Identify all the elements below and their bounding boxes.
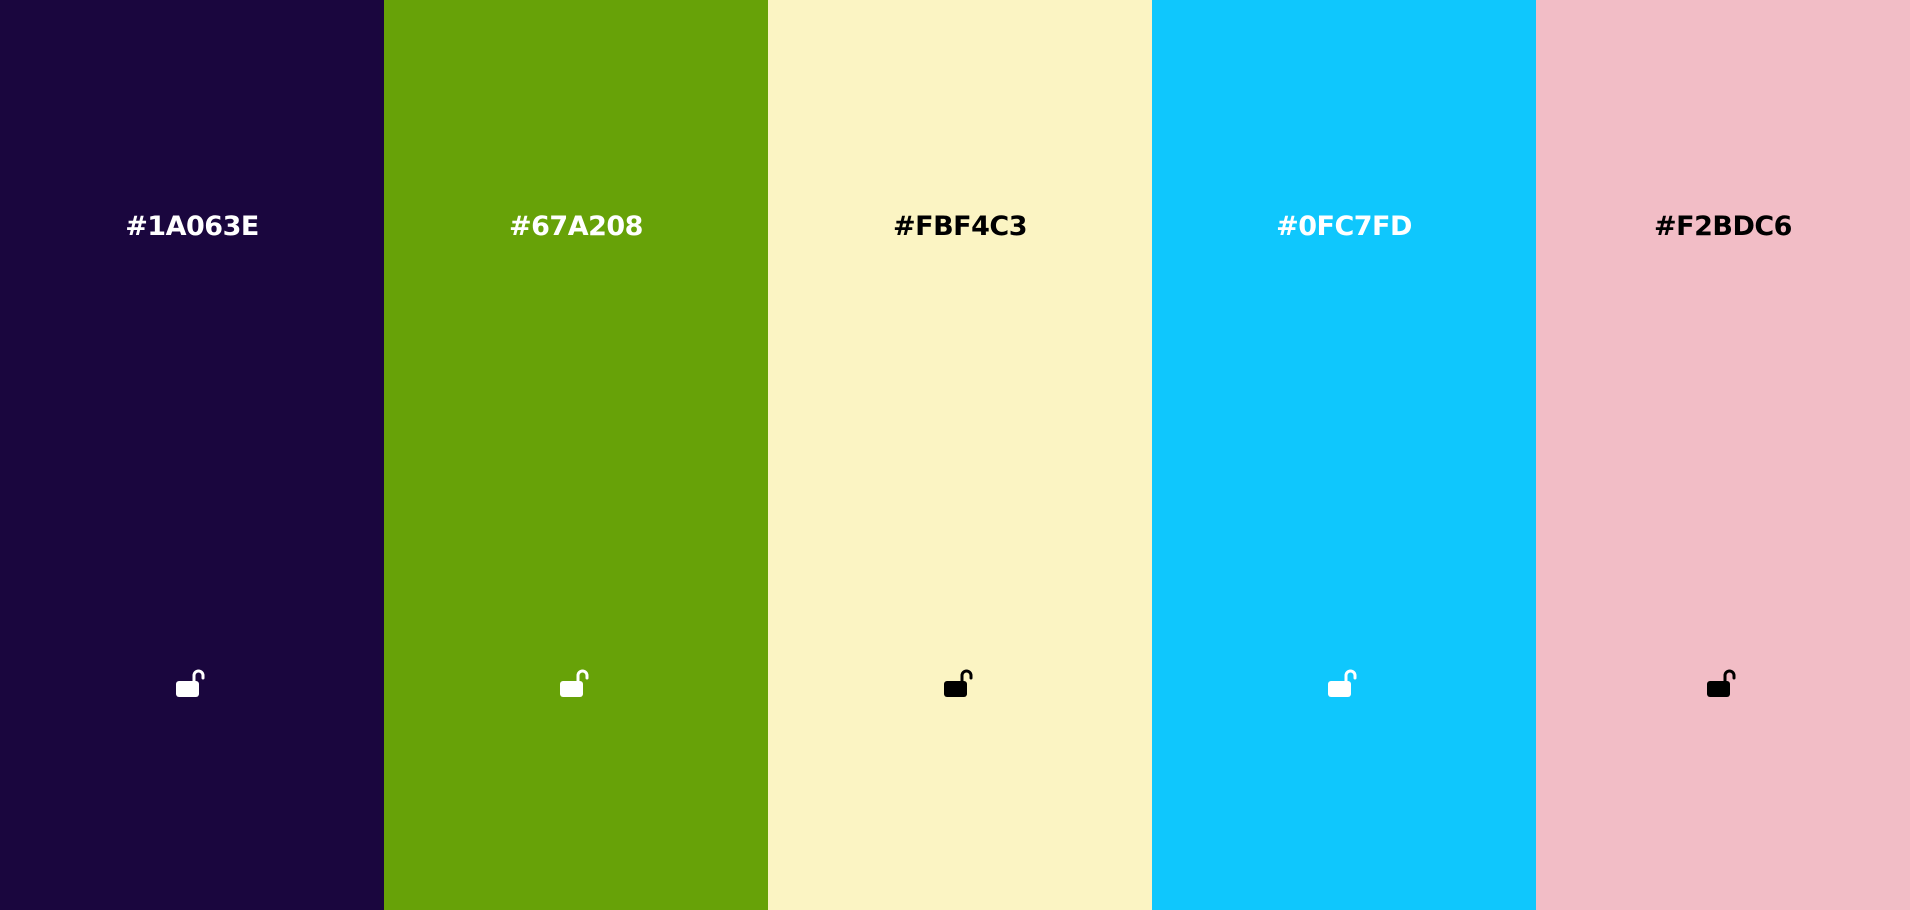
color-swatch-1[interactable]: #1A063E bbox=[0, 0, 384, 910]
color-swatch-3[interactable]: #FBF4C3 bbox=[768, 0, 1152, 910]
lock-toggle-button[interactable] bbox=[1701, 664, 1741, 704]
lock-toggle-button[interactable] bbox=[1322, 664, 1362, 704]
hex-code-label[interactable]: #F2BDC6 bbox=[1536, 207, 1910, 247]
color-swatch-5[interactable]: #F2BDC6 bbox=[1536, 0, 1910, 910]
unlocked-padlock-icon bbox=[1707, 669, 1736, 697]
unlocked-padlock-icon bbox=[1328, 669, 1357, 697]
color-palette: #1A063E #67A208 #FBF4C3 #0FC7FD #F2BDC6 bbox=[0, 0, 1910, 910]
lock-toggle-button[interactable] bbox=[938, 664, 978, 704]
hex-code-label[interactable]: #0FC7FD bbox=[1152, 207, 1536, 247]
lock-toggle-button[interactable] bbox=[554, 664, 594, 704]
hex-code-label[interactable]: #FBF4C3 bbox=[768, 207, 1152, 247]
unlocked-padlock-icon bbox=[944, 669, 973, 697]
hex-code-label[interactable]: #1A063E bbox=[0, 207, 384, 247]
hex-code-label[interactable]: #67A208 bbox=[384, 207, 768, 247]
color-swatch-4[interactable]: #0FC7FD bbox=[1152, 0, 1536, 910]
lock-toggle-button[interactable] bbox=[170, 664, 210, 704]
color-swatch-2[interactable]: #67A208 bbox=[384, 0, 768, 910]
unlocked-padlock-icon bbox=[560, 669, 589, 697]
unlocked-padlock-icon bbox=[176, 669, 205, 697]
